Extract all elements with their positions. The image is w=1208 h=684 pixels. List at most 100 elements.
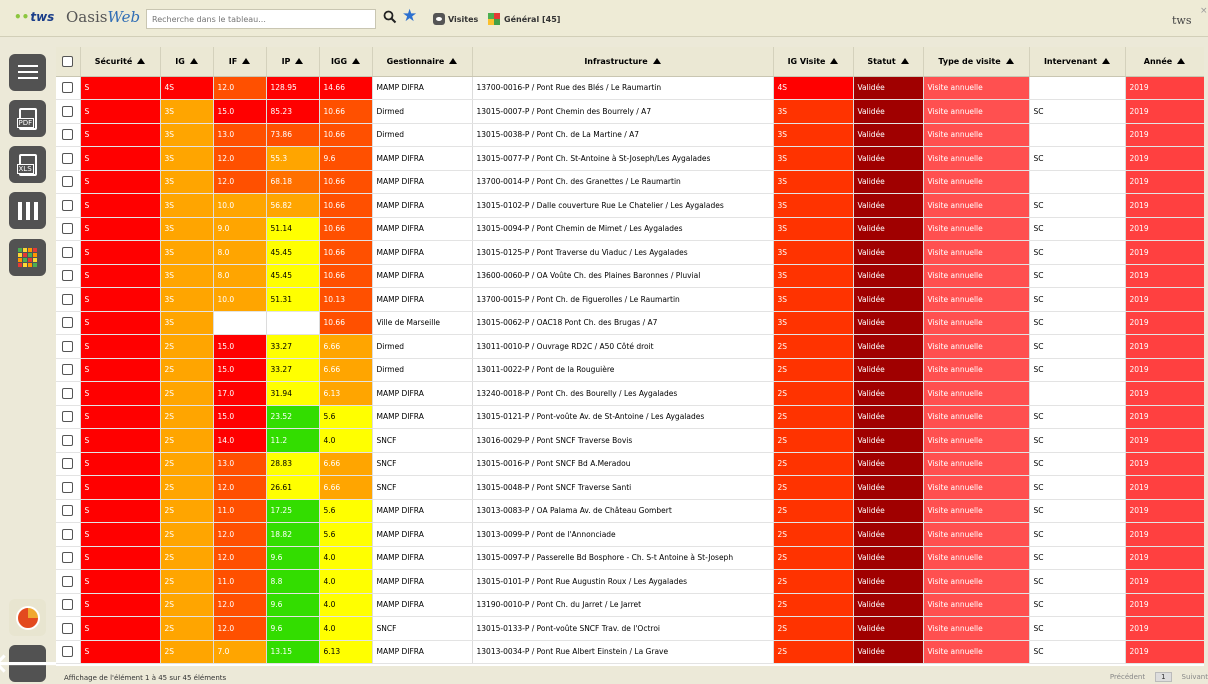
sort-ascending-icon[interactable] [652,58,661,65]
row-checkbox-cell[interactable] [56,99,81,124]
sort-ascending-icon[interactable] [830,58,839,65]
column-header-9[interactable]: Type de visite [923,47,1030,77]
row-checkbox[interactable] [62,575,74,587]
row-checkbox[interactable] [62,458,74,470]
column-header-7[interactable]: IG Visite [773,47,854,77]
select-all-checkbox[interactable] [62,55,74,67]
select-all-checkbox-cell[interactable] [56,47,81,77]
page-1-button[interactable]: 1 [1155,672,1172,682]
visites-button[interactable]: Visites [433,12,478,26]
row-checkbox-cell[interactable] [56,381,81,406]
table-row[interactable]: S 2S 12.0 9.6 4.0 MAMP DIFRA 13190-0010-P / Po… [56,593,1204,617]
column-header-10[interactable]: Intervenant [1029,47,1126,77]
sort-ascending-icon[interactable] [900,58,909,65]
row-checkbox[interactable] [62,528,74,540]
row-checkbox[interactable] [62,434,74,446]
xls-export-button[interactable]: XLS [9,146,46,183]
table-row[interactable]: S 3S 9.0 51.14 10.66 MAMP DIFRA 13015-0094-P /… [56,217,1204,241]
oasis-web-logo[interactable]: OasisWeb [66,8,140,26]
table-row[interactable]: S 2S 14.0 11.2 4.0 SNCF 13016-0029-P / Pont SN… [56,428,1204,453]
row-checkbox-cell[interactable] [56,334,81,359]
row-checkbox-cell[interactable] [56,217,81,241]
sort-ascending-icon[interactable] [1102,58,1111,65]
heatmap-button[interactable] [9,239,46,276]
sort-ascending-icon[interactable] [295,58,304,65]
column-header-0[interactable]: Sécurité [80,47,161,77]
column-header-1[interactable]: IG [160,47,214,77]
table-row[interactable]: S 2S 12.0 9.6 4.0 MAMP DIFRA 13015-0097-P / Pa… [56,546,1204,570]
row-checkbox[interactable] [62,317,74,329]
table-row[interactable]: S 2S 15.0 33.27 6.66 Dirmed 13011-0022-P / Pon… [56,358,1204,382]
column-header-3[interactable]: IP [266,47,320,77]
row-checkbox-cell[interactable] [56,170,81,194]
pie-chart-button[interactable] [9,599,46,636]
row-checkbox[interactable] [62,599,74,611]
row-checkbox[interactable] [62,129,74,141]
row-checkbox-cell[interactable] [56,546,81,570]
close-icon[interactable]: × [1200,6,1208,16]
row-checkbox[interactable] [62,552,74,564]
row-checkbox[interactable] [62,481,74,493]
row-checkbox-cell[interactable] [56,499,81,523]
row-checkbox[interactable] [62,646,74,658]
sort-ascending-icon[interactable] [189,58,198,65]
row-checkbox[interactable] [62,340,74,352]
table-row[interactable]: S 3S 8.0 45.45 10.66 MAMP DIFRA 13015-0125-P /… [56,240,1204,265]
row-checkbox[interactable] [62,176,74,188]
row-checkbox[interactable] [62,223,74,235]
favorite-star-icon[interactable]: ★ [402,8,417,25]
row-checkbox-cell[interactable] [56,616,81,641]
table-row[interactable]: S 2S 12.0 9.6 4.0 SNCF 13015-0133-P / Pont-voû… [56,616,1204,641]
row-checkbox-cell[interactable] [56,640,81,664]
row-checkbox-cell[interactable] [56,311,81,335]
table-row[interactable]: S 3S 8.0 45.45 10.66 MAMP DIFRA 13600-0060-P /… [56,264,1204,288]
table-row[interactable]: S 3S 10.66 Ville de Marseille 13015-0062-P /… [56,311,1204,335]
column-header-6[interactable]: Infrastructure [472,47,774,77]
column-header-5[interactable]: Gestionnaire [372,47,473,77]
search-icon[interactable] [383,10,397,24]
row-checkbox[interactable] [62,293,74,305]
row-checkbox[interactable] [62,246,74,258]
sort-ascending-icon[interactable] [242,58,251,65]
sort-ascending-icon[interactable] [449,58,458,65]
back-button[interactable]: 🡐 [0,645,62,682]
row-checkbox[interactable] [62,270,74,282]
table-row[interactable]: S 2S 15.0 23.52 5.6 MAMP DIFRA 13015-0121-P / … [56,405,1204,429]
row-checkbox-cell[interactable] [56,240,81,265]
row-checkbox[interactable] [62,105,74,117]
row-checkbox[interactable] [62,622,74,634]
row-checkbox-cell[interactable] [56,475,81,500]
table-row[interactable]: S 3S 15.0 85.23 10.66 Dirmed 13015-0007-P / Po… [56,99,1204,124]
table-row[interactable]: S 2S 12.0 26.61 6.66 SNCF 13015-0048-P / Pont … [56,475,1204,500]
row-checkbox[interactable] [62,199,74,211]
table-row[interactable]: S 2S 11.0 17.25 5.6 MAMP DIFRA 13013-0083-P / … [56,499,1204,523]
row-checkbox-cell[interactable] [56,358,81,382]
general-view-button[interactable]: Général [45] [488,12,560,26]
row-checkbox-cell[interactable] [56,569,81,594]
row-checkbox[interactable] [62,505,74,517]
row-checkbox-cell[interactable] [56,193,81,218]
table-row[interactable]: S 3S 13.0 73.86 10.66 Dirmed 13015-0038-P / Po… [56,123,1204,147]
row-checkbox-cell[interactable] [56,264,81,288]
table-row[interactable]: S 3S 10.0 56.82 10.66 MAMP DIFRA 13015-0102-P … [56,193,1204,218]
next-page-button[interactable]: Suivant [1182,673,1208,681]
column-header-11[interactable]: Année [1125,47,1204,77]
column-header-8[interactable]: Statut [853,47,924,77]
table-row[interactable]: S 2S 17.0 31.94 6.13 MAMP DIFRA 13240-0018-P /… [56,381,1204,406]
user-label[interactable]: tws [1172,14,1191,27]
row-checkbox-cell[interactable] [56,76,81,100]
table-row[interactable]: S 2S 13.0 28.83 6.66 SNCF 13015-0016-P / Pont … [56,452,1204,476]
sort-ascending-icon[interactable] [1005,58,1014,65]
sort-ascending-icon[interactable] [352,58,361,65]
table-row[interactable]: S 2S 11.0 8.8 4.0 MAMP DIFRA 13015-0101-P / Po… [56,569,1204,594]
menu-button[interactable] [9,54,46,91]
row-checkbox-cell[interactable] [56,405,81,429]
row-checkbox[interactable] [62,387,74,399]
row-checkbox-cell[interactable] [56,522,81,547]
columns-button[interactable] [9,192,46,229]
table-row[interactable]: S 3S 12.0 55.3 9.6 MAMP DIFRA 13015-0077-P / P… [56,146,1204,171]
search-input[interactable] [146,9,376,29]
prev-page-button[interactable]: Précédent [1110,673,1145,681]
row-checkbox-cell[interactable] [56,428,81,453]
row-checkbox[interactable] [62,411,74,423]
